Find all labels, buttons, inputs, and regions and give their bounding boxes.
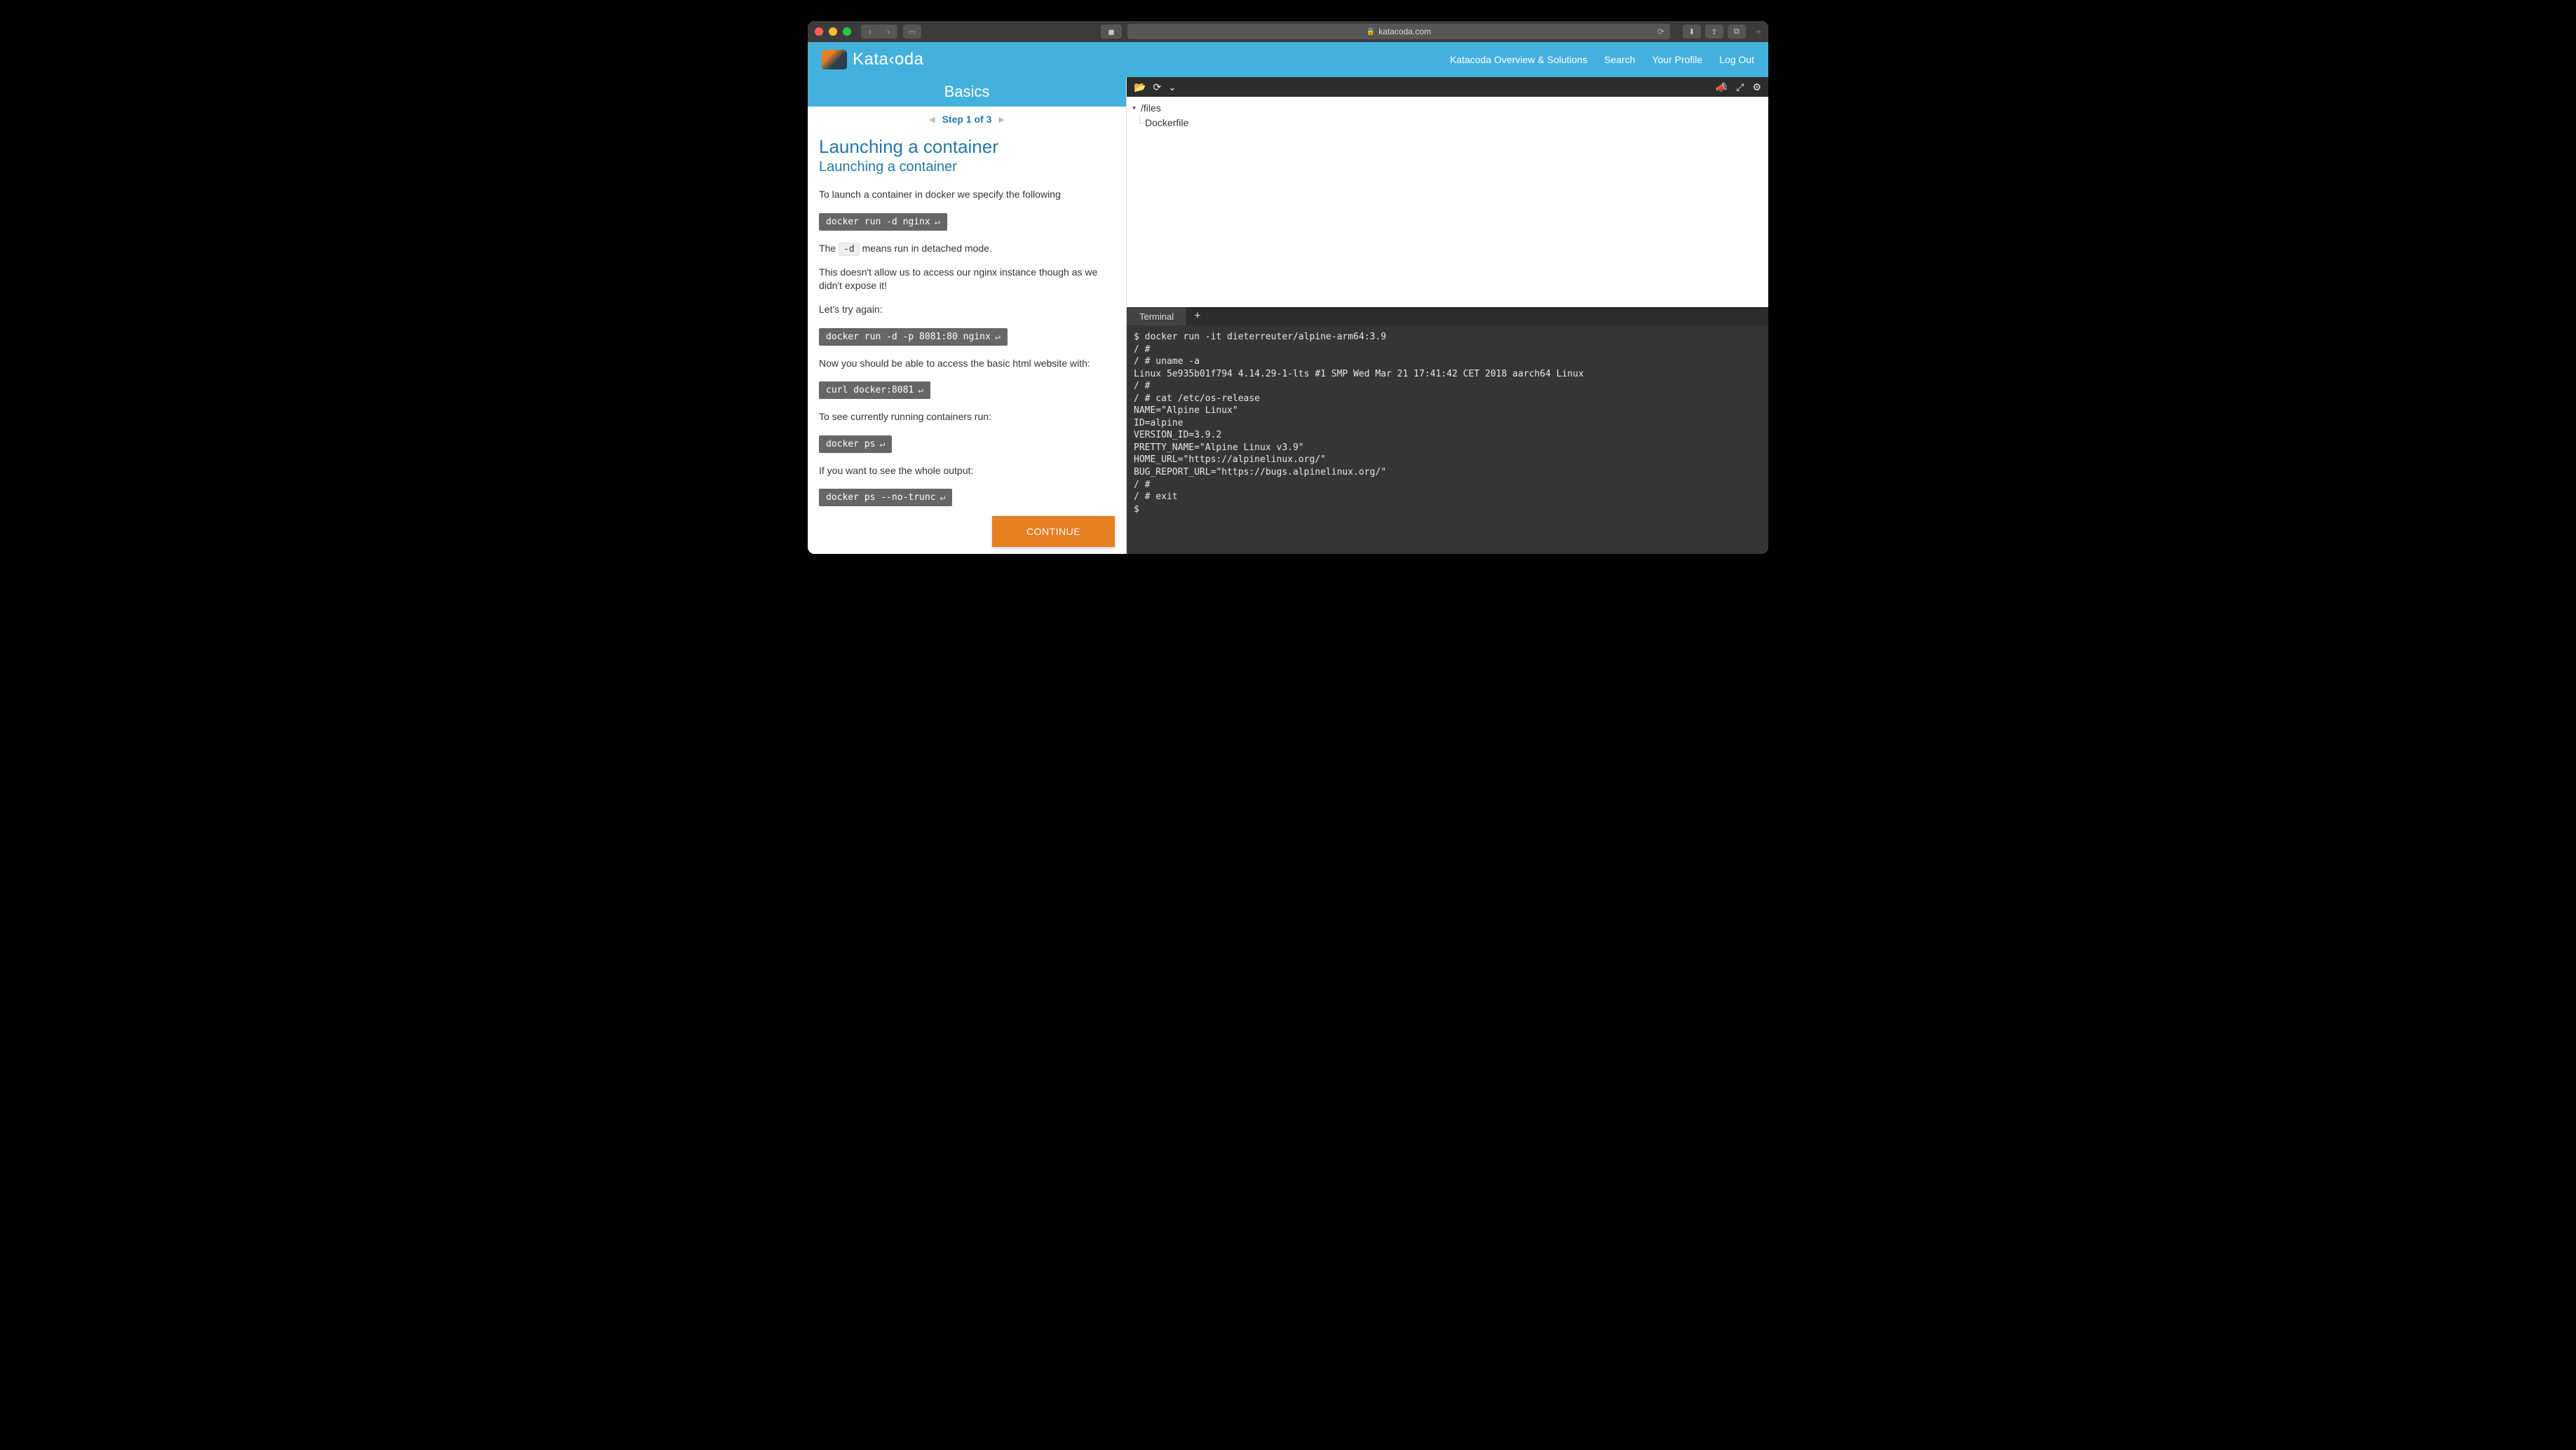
browser-chrome: ‹ › ▭ ◼ 🔒 katacoda.com ⟳ ⬇ ⇪ ⧉ +	[808, 21, 1768, 42]
enter-icon: ↵	[879, 439, 885, 449]
site-header: Kata‹oda Katacoda Overview & Solutions S…	[808, 42, 1768, 77]
nav-link-search[interactable]: Search	[1604, 54, 1635, 65]
tree-file-label: Dockerfile	[1145, 116, 1188, 130]
lesson-text: If you want to see the whole output:	[819, 464, 1115, 478]
lesson-text: Let's try again:	[819, 303, 1115, 317]
announce-icon[interactable]: 📣	[1716, 81, 1728, 93]
window-controls	[815, 27, 851, 36]
step-next-icon[interactable]: ▶	[998, 115, 1004, 124]
lesson-text: To launch a container in docker we speci…	[819, 188, 1115, 202]
code-block-ps[interactable]: docker ps↵	[819, 435, 892, 453]
maximize-window-icon[interactable]	[843, 27, 851, 36]
browser-window: ‹ › ▭ ◼ 🔒 katacoda.com ⟳ ⬇ ⇪ ⧉ + Kata‹od…	[808, 21, 1768, 554]
tree-folder[interactable]: ▾ /files	[1132, 101, 1763, 116]
page: Kata‹oda Katacoda Overview & Solutions S…	[808, 42, 1768, 554]
enter-icon: ↵	[940, 492, 946, 503]
back-button[interactable]: ‹	[861, 25, 879, 39]
tabs-icon[interactable]: ⧉	[1728, 25, 1746, 39]
top-nav-links: Katacoda Overview & Solutions Search You…	[1450, 54, 1754, 65]
reload-icon[interactable]: ⟳	[1658, 27, 1665, 36]
lesson-text: Now you should be able to access the bas…	[819, 357, 1115, 371]
refresh-icon[interactable]: ⟳	[1153, 81, 1161, 93]
url-text: katacoda.com	[1378, 27, 1431, 36]
code-block-ps-notrunc[interactable]: docker ps --no-trunc↵	[819, 489, 952, 506]
lesson-text: This doesn't allow us to access our ngin…	[819, 266, 1115, 293]
close-window-icon[interactable]	[815, 27, 823, 36]
chevron-down-icon[interactable]: ⌄	[1168, 81, 1177, 93]
nav-link-logout[interactable]: Log Out	[1719, 54, 1754, 65]
brand-logo[interactable]: Kata‹oda	[822, 50, 923, 69]
tree-file[interactable]: Dockerfile	[1132, 116, 1763, 130]
enter-icon: ↵	[995, 332, 1001, 342]
folder-open-icon[interactable]: 📂	[1134, 81, 1146, 93]
brand-logo-icon	[822, 50, 847, 69]
inline-code-flag: -d	[839, 243, 860, 256]
code-block-run-port[interactable]: docker run -d -p 8081:80 nginx↵	[819, 328, 1008, 346]
lesson-subtitle: Launching a container	[819, 159, 1115, 175]
nav-back-forward: ‹ ›	[861, 25, 897, 39]
code-block-curl[interactable]: curl docker:8081↵	[819, 381, 930, 399]
lesson-title: Launching a container	[819, 136, 1115, 158]
step-prev-icon[interactable]: ◀	[929, 115, 935, 124]
minimize-window-icon[interactable]	[829, 27, 837, 36]
terminal-pane: Terminal + $ docker run -it dieterreuter…	[1127, 307, 1768, 554]
caret-down-icon: ▾	[1132, 103, 1139, 114]
enter-icon: ↵	[935, 217, 940, 227]
continue-button[interactable]: CONTINUE	[992, 516, 1115, 547]
brand-name: Kata‹oda	[853, 50, 923, 69]
terminal-tab[interactable]: Terminal	[1127, 307, 1187, 325]
content-row: Basics ◀ Step 1 of 3 ▶ Launching a conta…	[808, 77, 1768, 554]
downloads-icon[interactable]: ⬇	[1683, 25, 1701, 39]
address-bar[interactable]: 🔒 katacoda.com ⟳	[1127, 24, 1670, 39]
tree-folder-label: /files	[1141, 101, 1161, 116]
lesson-pane: Basics ◀ Step 1 of 3 ▶ Launching a conta…	[808, 77, 1127, 554]
gear-icon[interactable]: ⚙	[1752, 81, 1761, 93]
lock-icon: 🔒	[1367, 28, 1375, 36]
code-block-run-nginx[interactable]: docker run -d nginx↵	[819, 213, 947, 231]
browser-right-icons: ⬇ ⇪ ⧉	[1683, 25, 1746, 39]
lesson-text: The -d means run in detached mode.	[819, 242, 1115, 256]
step-label: Step 1 of 3	[942, 114, 992, 125]
workspace-toolbar: 📂 ⟳ ⌄ 📣 ⤢ ⚙	[1127, 77, 1768, 97]
nav-link-overview[interactable]: Katacoda Overview & Solutions	[1450, 54, 1587, 65]
nav-link-profile[interactable]: Your Profile	[1652, 54, 1702, 65]
share-icon[interactable]: ⇪	[1705, 25, 1723, 39]
enter-icon: ↵	[918, 385, 923, 395]
forward-button[interactable]: ›	[879, 25, 897, 39]
lesson-header: Basics	[808, 77, 1126, 107]
fullscreen-icon[interactable]: ⤢	[1736, 81, 1744, 93]
terminal-add-tab-icon[interactable]: +	[1187, 307, 1207, 325]
file-tree: ▾ /files Dockerfile	[1127, 97, 1768, 307]
terminal-output[interactable]: $ docker run -it dieterreuter/alpine-arm…	[1127, 325, 1768, 554]
new-tab-icon[interactable]: +	[1756, 26, 1761, 37]
lesson-text: To see currently running containers run:	[819, 410, 1115, 424]
sidebar-toggle-icon[interactable]: ▭	[903, 25, 921, 39]
workspace-pane: 📂 ⟳ ⌄ 📣 ⤢ ⚙ ▾ /files	[1127, 77, 1768, 554]
privacy-shield-icon[interactable]: ◼	[1101, 25, 1122, 39]
terminal-tabs: Terminal +	[1127, 307, 1768, 325]
lesson-body: Launching a container Launching a contai…	[808, 132, 1126, 554]
step-nav: ◀ Step 1 of 3 ▶	[808, 107, 1126, 132]
